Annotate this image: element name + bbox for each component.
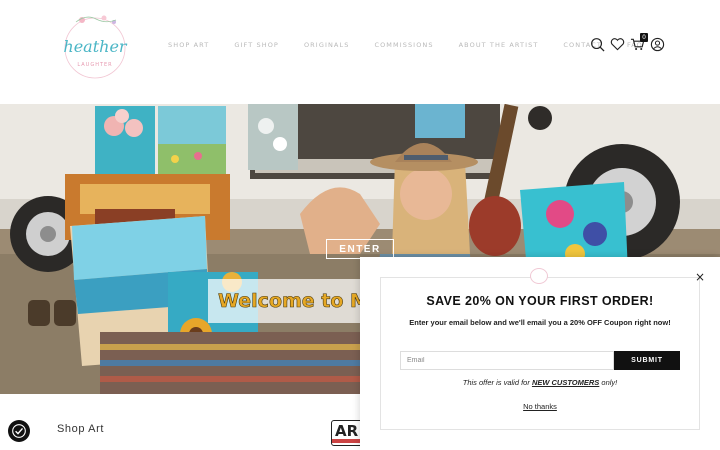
logo-text-laughter: LAUGHTER <box>77 62 112 68</box>
accessibility-button[interactable] <box>8 420 30 442</box>
offer-suffix: only! <box>601 378 618 387</box>
no-thanks-link[interactable]: No thanks <box>360 402 720 411</box>
accessibility-icon <box>12 424 26 438</box>
popup-description: Enter your email below and we'll email y… <box>409 318 671 327</box>
nav-item-gift-shop[interactable]: GIFT SHOP <box>234 41 279 49</box>
nav-item-about-the-artist[interactable]: ABOUT THE ARTIST <box>459 41 539 49</box>
header-icons: 0 <box>588 33 668 53</box>
shop-art-link[interactable]: Shop Art <box>57 423 104 435</box>
discount-popup: × SAVE 20% ON YOUR FIRST ORDER! Enter yo… <box>360 257 720 450</box>
cart-icon[interactable]: 0 <box>628 33 648 53</box>
heather-laughter-logo[interactable]: heather LAUGHTER <box>56 10 134 82</box>
offer-highlight[interactable]: NEW CUSTOMERS <box>532 378 599 387</box>
search-icon[interactable] <box>588 35 606 53</box>
close-icon[interactable]: × <box>694 271 706 283</box>
offer-terms: This offer is valid for NEW CUSTOMERS on… <box>360 378 720 387</box>
cart-count-badge: 0 <box>640 33 648 42</box>
submit-button[interactable]: SUBMIT <box>614 351 680 370</box>
offer-prefix: This offer is valid for <box>462 378 530 387</box>
partner-logo-text: AR <box>335 422 359 440</box>
site-header: heather LAUGHTER SHOP ART GIFT SHOP ORIG… <box>0 0 720 104</box>
heart-icon[interactable] <box>608 35 626 53</box>
enter-button[interactable]: ENTER <box>326 239 394 259</box>
logo-text-heather: heather <box>63 37 128 56</box>
popup-title: SAVE 20% ON YOUR FIRST ORDER! <box>426 294 654 308</box>
popup-logo <box>530 268 548 284</box>
user-icon[interactable] <box>648 35 666 53</box>
welcome-banner: Welcome to My <box>208 279 368 323</box>
welcome-text: Welcome to My <box>218 290 368 313</box>
nav-item-shop-art[interactable]: SHOP ART <box>168 41 209 49</box>
nav-item-originals[interactable]: ORIGINALS <box>304 41 349 49</box>
email-field[interactable] <box>400 351 614 370</box>
nav-item-commissions[interactable]: COMMISSIONS <box>374 41 433 49</box>
page: heather LAUGHTER SHOP ART GIFT SHOP ORIG… <box>0 0 720 450</box>
